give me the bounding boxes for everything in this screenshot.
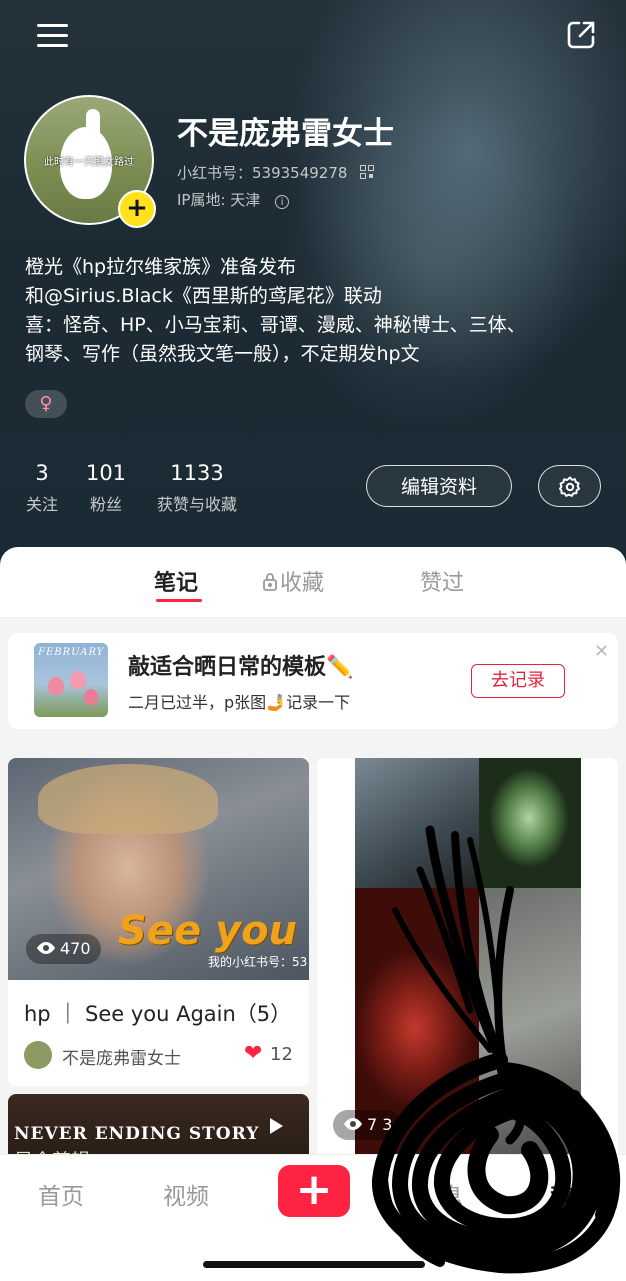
nav-me[interactable]: 我: [550, 1177, 573, 1211]
add-avatar-button[interactable]: +: [118, 190, 156, 228]
record-button[interactable]: 去记录: [471, 664, 565, 698]
bottom-nav: 首页 视频 + 息 我: [0, 1154, 626, 1281]
edit-profile-button[interactable]: 编辑资料: [366, 465, 512, 507]
banner-subtitle: 二月已过半，p张图🤳记录一下: [128, 693, 351, 712]
close-icon[interactable]: ✕: [594, 641, 609, 662]
bio-line: 钢琴、写作（虽然我文笔一般），不定期发hp文: [25, 343, 420, 365]
note-card[interactable]: 7 3: [317, 758, 618, 1218]
avatar-caption: 此时有一只鹅女路过: [44, 157, 134, 168]
bio-line: 橙光《hp拉尔维家族》准备发布: [25, 256, 297, 278]
gear-icon: [559, 476, 581, 497]
nav-messages[interactable]: 息: [440, 1177, 463, 1211]
stat-label: 粉丝: [89, 495, 122, 514]
banner-title: 敲适合晒日常的模板✏️: [128, 655, 354, 680]
cover-overlay-text: See you Aga: [118, 908, 309, 954]
tab-notes[interactable]: 笔记: [154, 565, 198, 597]
banner-image: FEBRUARY: [34, 643, 108, 717]
username: 不是庞弗雷女士: [177, 116, 394, 152]
view-count: 7 3: [333, 1110, 403, 1140]
tab-label: 收藏: [280, 571, 325, 596]
template-banner[interactable]: FEBRUARY 敲适合晒日常的模板✏️ 二月已过半，p张图🤳记录一下 去记录 …: [8, 633, 618, 729]
stat-value: 1133: [170, 461, 224, 485]
tab-liked[interactable]: 赞过: [420, 565, 464, 597]
lock-icon: [262, 572, 278, 592]
play-icon: [270, 1118, 283, 1134]
eye-icon: [36, 935, 56, 954]
info-icon[interactable]: i: [275, 195, 290, 209]
share-icon[interactable]: [565, 19, 597, 51]
note-cover-image: See you Aga 我的小红书号：53 470: [8, 758, 309, 980]
stat-label: 获赞与收藏: [156, 495, 237, 514]
banner-image-text: FEBRUARY: [38, 647, 105, 658]
home-indicator: [203, 1261, 425, 1268]
qr-code-icon[interactable]: [360, 165, 375, 179]
cover-overlay-text: NEVER ENDING STORY: [14, 1124, 260, 1144]
note-cover-image: [355, 758, 581, 1154]
like-count: 12: [270, 1044, 293, 1065]
note-card[interactable]: See you Aga 我的小红书号：53 470 hp ｜ See you A…: [8, 758, 309, 1086]
author-avatar[interactable]: [24, 1041, 52, 1069]
stat-value: 101: [85, 461, 127, 485]
content-tabs: 笔记 收藏 赞过: [0, 547, 626, 618]
nav-add-button[interactable]: +: [278, 1165, 350, 1217]
tab-collections[interactable]: 收藏: [262, 565, 324, 597]
eye-icon: [343, 1111, 363, 1130]
view-count-value: 7 3: [367, 1115, 393, 1134]
nav-home[interactable]: 首页: [38, 1177, 84, 1211]
active-tab-indicator: [156, 599, 202, 602]
stat-followers[interactable]: 101 粉丝: [84, 461, 128, 515]
heart-icon[interactable]: ❤: [244, 1041, 262, 1066]
ip-location: IP属地: 天津 i: [177, 189, 290, 210]
view-count: 470: [26, 934, 101, 964]
cover-watermark: 我的小红书号：53: [208, 955, 308, 969]
stat-label: 关注: [25, 495, 58, 514]
bio-line[interactable]: 和@Sirius.Black《西里斯的鸢尾花》联动: [25, 281, 382, 308]
view-count-value: 470: [60, 939, 91, 958]
bio-line: 喜：怪奇、HP、小马宝莉、哥谭、漫威、神秘博士、三体、: [25, 314, 526, 336]
red-id: 小红书号：5393549278: [177, 162, 375, 183]
nav-video[interactable]: 视频: [163, 1177, 209, 1211]
stat-likes-collects[interactable]: 1133 获赞与收藏: [150, 461, 244, 515]
stat-value: 3: [35, 461, 49, 485]
note-title: hp ｜ See you Again（5）: [24, 1002, 292, 1026]
profile-header: 此时有一只鹅女路过 + 不是庞弗雷女士 小红书号：5393549278 IP属地…: [0, 0, 626, 580]
menu-icon[interactable]: [36, 22, 70, 50]
ip-location-text: IP属地: 天津: [177, 191, 261, 209]
author-name[interactable]: 不是庞弗雷女士: [62, 1044, 181, 1069]
gender-badge: ♀: [25, 390, 67, 418]
settings-button[interactable]: [538, 465, 601, 507]
stat-following[interactable]: 3 关注: [24, 461, 60, 515]
red-id-text: 小红书号：5393549278: [177, 164, 348, 182]
